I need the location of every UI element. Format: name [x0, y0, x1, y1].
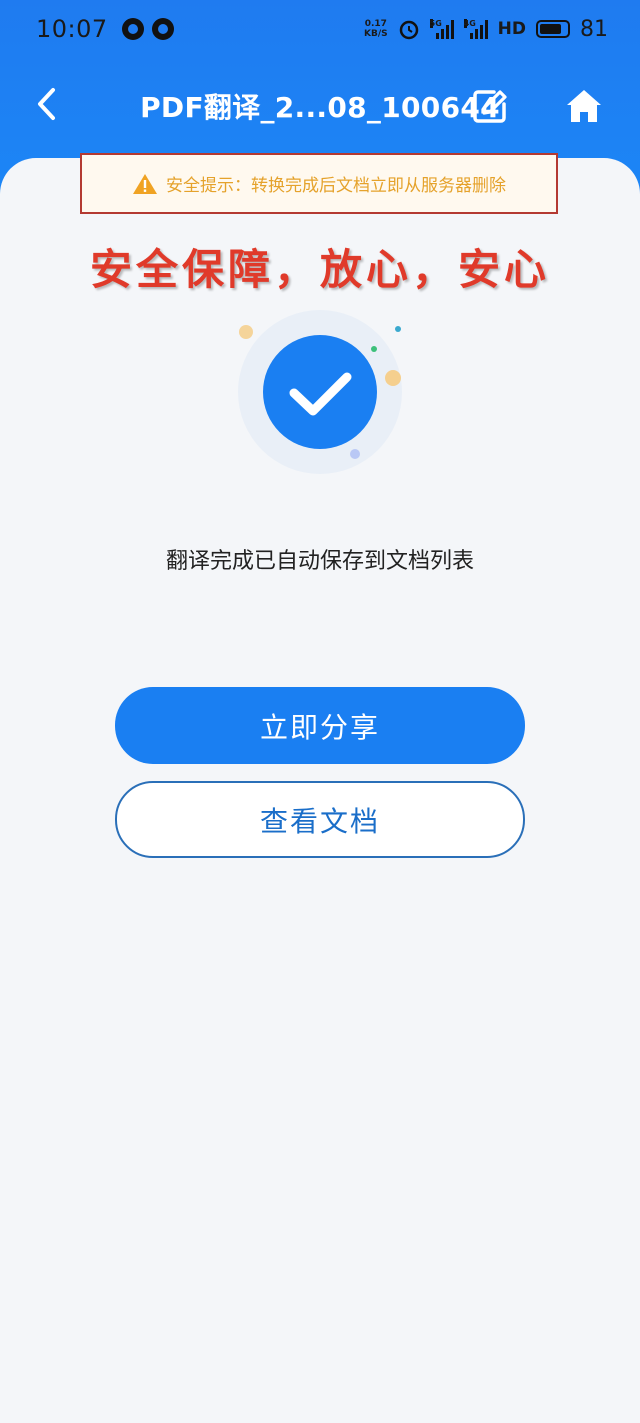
nav-bar: PDF翻译_2...08_100644: [0, 70, 640, 142]
battery-level-fill: [540, 24, 562, 34]
security-tip-text: 安全提示：转换完成后文档立即从服务器删除: [166, 176, 506, 196]
status-indicators: 0.17 KB/S 5G 4G HD 81: [364, 17, 608, 42]
status-bar: 10:07 0.17 KB/S 5G 4G HD 81: [0, 0, 640, 58]
status-notification-icons: [121, 18, 174, 40]
edit-icon: [473, 90, 507, 123]
edit-title-button[interactable]: [472, 88, 512, 128]
home-button[interactable]: [564, 86, 608, 130]
app-notification-icon: [151, 18, 174, 40]
battery-percent: 81: [580, 16, 608, 42]
net-speed-unit: KB/S: [364, 29, 388, 39]
view-document-button[interactable]: 查看文档: [115, 781, 525, 858]
signal-5g-label: 5G: [429, 19, 442, 28]
page-title: PDF翻译_2...08_100644: [140, 91, 500, 124]
chat-notification-icon: [121, 18, 144, 40]
status-time: 10:07: [36, 15, 108, 43]
signal-4g-label: 4G: [463, 19, 476, 28]
net-speed: 0.17 KB/S: [364, 19, 388, 39]
result-message: 翻译完成已自动保存到文档列表: [165, 549, 474, 574]
alarm-icon: [399, 20, 418, 40]
signal-4g-icon: 4G: [463, 19, 488, 39]
success-check-illustration: [238, 310, 402, 474]
promo-headline: 安全保障，放心，安心: [89, 245, 550, 294]
share-now-button[interactable]: 立即分享: [115, 687, 525, 764]
security-tip-banner: 安全提示：转换完成后文档立即从服务器删除: [80, 153, 558, 214]
home-icon: [567, 90, 601, 122]
warning-icon: [133, 173, 157, 194]
net-speed-value: 0.17: [364, 19, 387, 29]
battery-icon: [536, 20, 570, 38]
signal-5g-icon: 5G: [429, 19, 454, 39]
chevron-left-icon: [38, 88, 55, 120]
back-button[interactable]: [26, 84, 66, 124]
hd-indicator: HD: [497, 19, 526, 39]
app-screen: 10:07 0.17 KB/S 5G 4G HD 81 PDF翻译_2...08…: [0, 0, 640, 1423]
